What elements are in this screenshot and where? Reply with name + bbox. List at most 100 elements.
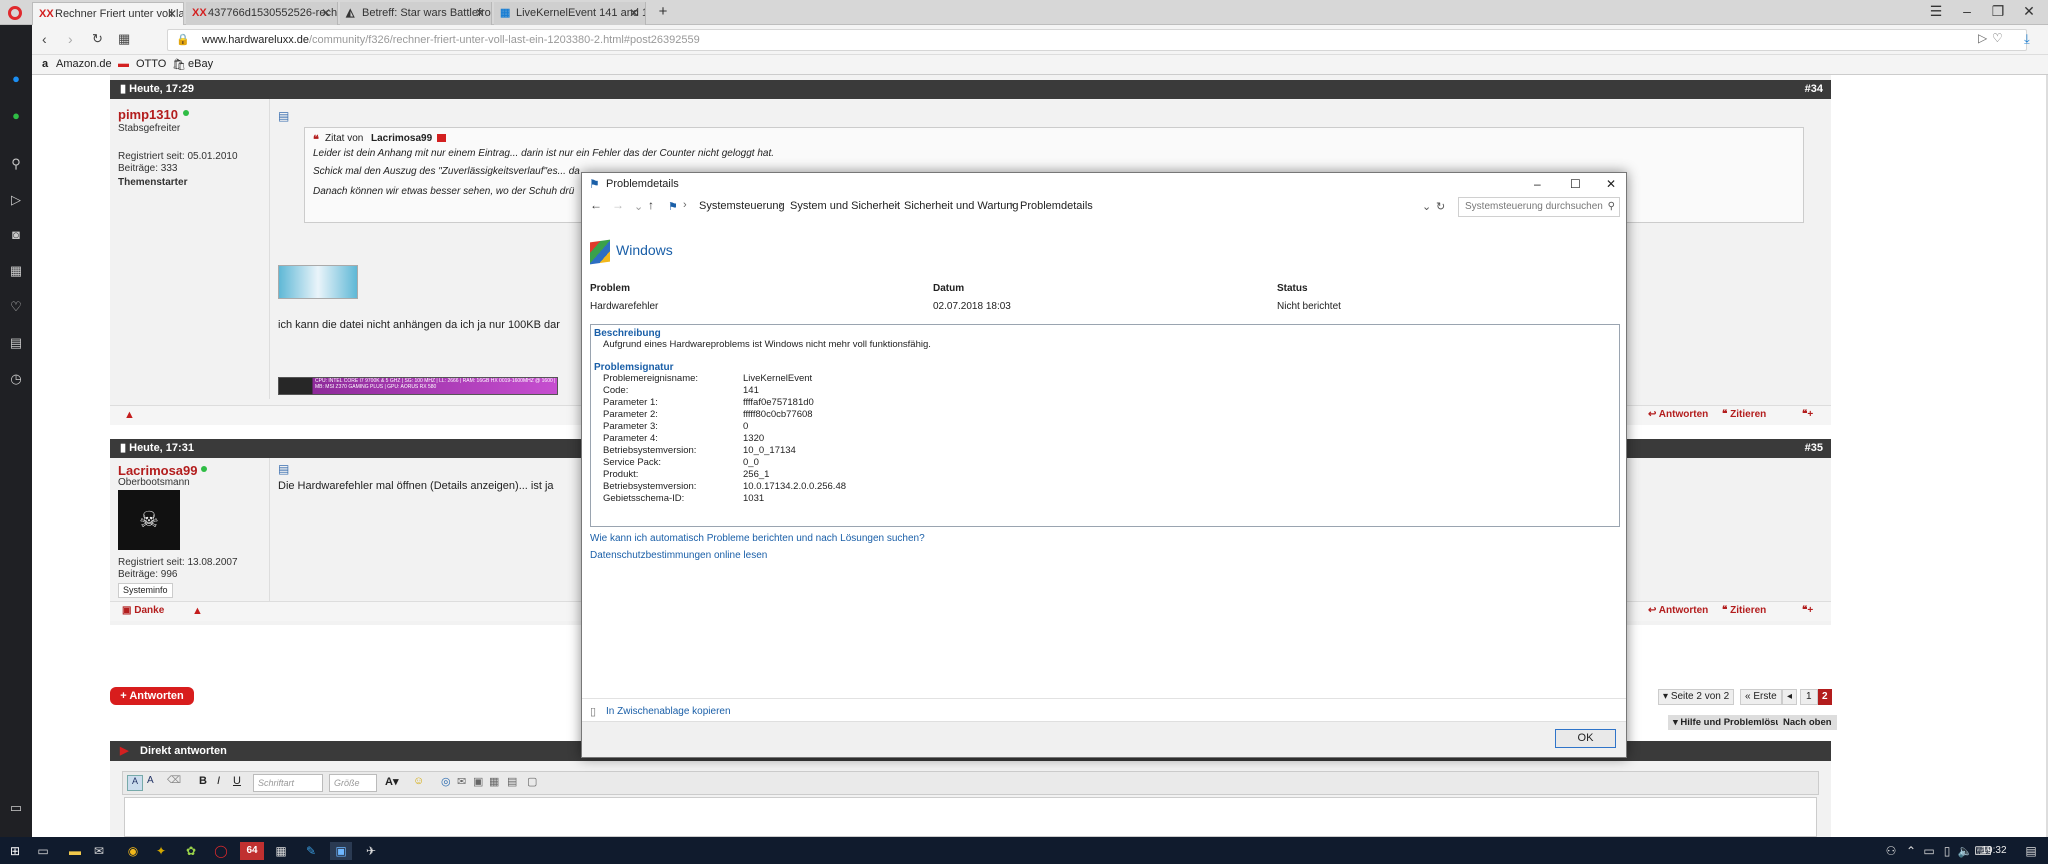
back-icon[interactable]: ‹ <box>42 31 47 47</box>
news-icon[interactable]: ▤ <box>8 335 24 351</box>
close-tab-icon[interactable]: ✕ <box>167 3 177 25</box>
task-view-icon[interactable]: ▭ <box>34 842 52 860</box>
tray-chevron-icon[interactable]: ⌃ <box>1902 842 1920 860</box>
reply-button[interactable]: ↩ Antworten <box>1648 409 1708 420</box>
send-icon[interactable]: ▷ <box>8 192 24 208</box>
app-64-icon[interactable]: 64 <box>240 842 264 860</box>
bookmark-ebay[interactable]: eBay <box>188 58 213 70</box>
privacy-link[interactable]: Datenschutzbestimmungen online lesen <box>590 550 767 561</box>
reload-icon[interactable]: ↻ <box>92 31 103 47</box>
video-icon[interactable]: ▦ <box>489 775 499 788</box>
breadcrumb-system-sicherheit[interactable]: System und Sicherheit <box>790 200 900 212</box>
up-icon[interactable]: ↑ <box>648 198 654 212</box>
speed-dial-icon[interactable]: ▦ <box>8 263 24 279</box>
italic-icon[interactable]: I <box>217 775 220 787</box>
network-icon[interactable]: ▭ <box>1920 842 1938 860</box>
bold-icon[interactable]: B <box>199 775 207 787</box>
report-icon[interactable]: ▲ <box>192 605 203 617</box>
close-tab-icon[interactable]: ✕ <box>321 2 331 25</box>
control-panel-search[interactable]: Systemsteuerung durchsuchen ⚲ <box>1458 197 1620 217</box>
first-page-button[interactable]: « Erste <box>1740 689 1782 705</box>
send-icon[interactable]: ▷ <box>1978 31 1987 45</box>
messenger-icon[interactable]: ● <box>8 71 24 87</box>
notification-icon[interactable]: ▤ <box>2022 842 2040 860</box>
breadcrumb-systemsteuerung[interactable]: Systemsteuerung <box>699 200 785 212</box>
app-icon[interactable]: ✎ <box>302 842 320 860</box>
username-link[interactable]: Lacrimosa99 <box>118 463 198 478</box>
close-tab-icon[interactable]: ✕ <box>475 2 485 25</box>
bookmark-amazon[interactable]: Amazon.de <box>56 58 112 70</box>
ok-button[interactable]: OK <box>1555 729 1616 748</box>
back-to-top-button[interactable]: Nach oben <box>1778 715 1837 730</box>
sidebar-toggle-icon[interactable]: ▭ <box>8 800 24 816</box>
tab-rechner[interactable]: XX Rechner Friert unter voll la ✕ <box>32 2 184 25</box>
control-panel-taskbar-icon[interactable]: ▣ <box>330 842 352 860</box>
copy-to-clipboard-link[interactable]: In Zwischenablage kopieren <box>606 706 731 717</box>
forward-icon[interactable]: › <box>68 31 73 47</box>
start-icon[interactable]: ⊞ <box>6 842 24 860</box>
restore-icon[interactable]: ❐ <box>1987 3 2009 20</box>
opera-taskbar-icon[interactable]: ◯ <box>212 842 230 860</box>
back-icon[interactable]: ← <box>590 198 602 212</box>
report-icon[interactable]: ▲ <box>124 409 135 421</box>
tab-livekernel[interactable]: ▦ LiveKernelEvent 141 and 1 ✕ <box>494 2 646 25</box>
tab-battlefront[interactable]: ◭ Betreff: Star wars Battlefro ✕ <box>340 2 492 25</box>
download-icon[interactable]: ⤓ <box>2024 31 2030 47</box>
breadcrumb-sicherheit-wartung[interactable]: Sicherheit und Wartung <box>904 200 1019 212</box>
minimize-icon[interactable]: – <box>1956 3 1978 19</box>
prev-page-button[interactable]: ◂ <box>1782 689 1798 705</box>
app-icon[interactable]: ✈ <box>362 842 380 860</box>
font-color-icon[interactable]: A▾ <box>385 775 398 788</box>
whatsapp-icon[interactable]: ● <box>8 108 24 124</box>
app-icon[interactable]: ✦ <box>152 842 170 860</box>
post-number[interactable]: #35 <box>1805 439 1823 458</box>
chrome-icon[interactable]: ◉ <box>124 842 142 860</box>
avatar[interactable]: ☠ <box>118 490 180 550</box>
pagination-label[interactable]: ▾ Seite 2 von 2 <box>1658 689 1735 705</box>
page-1-button[interactable]: 1 <box>1800 689 1818 705</box>
search-icon[interactable]: ⚲ <box>8 156 24 172</box>
close-window-icon[interactable]: ✕ <box>2018 3 2040 20</box>
file-explorer-icon[interactable]: ▬ <box>66 842 84 860</box>
multiquote-icon[interactable]: ❝+ <box>1802 605 1813 616</box>
volume-icon[interactable]: 🔈 <box>1956 842 1974 860</box>
thanks-button[interactable]: ▣ Danke <box>122 605 164 616</box>
breadcrumb-problemdetails[interactable]: Problemdetails <box>1020 200 1093 212</box>
people-icon[interactable]: ⚇ <box>1882 842 1900 860</box>
bookmark-heart-icon[interactable]: ♡ <box>1992 31 2003 45</box>
tab-image[interactable]: XX 437766d1530552526-rech ✕ <box>186 2 338 25</box>
source-mode-icon[interactable]: A <box>147 775 154 786</box>
history-icon[interactable]: ◷ <box>8 371 24 387</box>
quote-button[interactable]: ❝ Zitieren <box>1722 605 1766 616</box>
smiley-icon[interactable]: ☺ <box>413 775 424 787</box>
quote-author[interactable]: Lacrimosa99 <box>371 133 432 144</box>
image-icon[interactable]: ▣ <box>473 775 483 788</box>
link-icon[interactable]: ◎ <box>441 775 451 788</box>
font-size-select[interactable]: Größe <box>329 774 377 792</box>
close-dialog-icon[interactable]: ✕ <box>1606 173 1616 195</box>
new-reply-button[interactable]: + Antworten <box>110 687 194 705</box>
view-post-icon[interactable] <box>437 134 446 142</box>
mail-icon[interactable]: ✉ <box>90 842 108 860</box>
underline-icon[interactable]: U <box>233 775 241 787</box>
quote-icon[interactable]: ▤ <box>507 775 517 788</box>
font-family-select[interactable]: Schriftart <box>253 774 323 792</box>
auto-report-link[interactable]: Wie kann ich automatisch Probleme berich… <box>590 533 925 544</box>
bookmark-otto[interactable]: OTTO <box>136 58 166 70</box>
recent-locations-icon[interactable]: ⌄ <box>634 200 643 213</box>
new-tab-button[interactable]: + <box>652 3 674 20</box>
forward-icon[interactable]: → <box>612 198 624 212</box>
maximize-icon[interactable]: ☐ <box>1570 173 1581 195</box>
wysiwyg-icon[interactable]: A <box>127 775 143 791</box>
post-number[interactable]: #34 <box>1805 80 1823 99</box>
power-icon[interactable]: ▯ <box>1938 842 1956 860</box>
address-dropdown-icon[interactable]: ⌄ <box>1422 200 1431 213</box>
expand-editor-icon[interactable]: ▢ <box>527 775 537 788</box>
close-tab-icon[interactable]: ✕ <box>629 2 639 25</box>
email-icon[interactable]: ✉ <box>457 775 466 788</box>
app-icon[interactable]: ✿ <box>182 842 200 860</box>
remove-format-icon[interactable]: ⌫ <box>167 775 181 786</box>
multiquote-icon[interactable]: ❝+ <box>1802 409 1813 420</box>
quote-button[interactable]: ❝ Zitieren <box>1722 409 1766 420</box>
calculator-icon[interactable]: ▦ <box>272 842 290 860</box>
